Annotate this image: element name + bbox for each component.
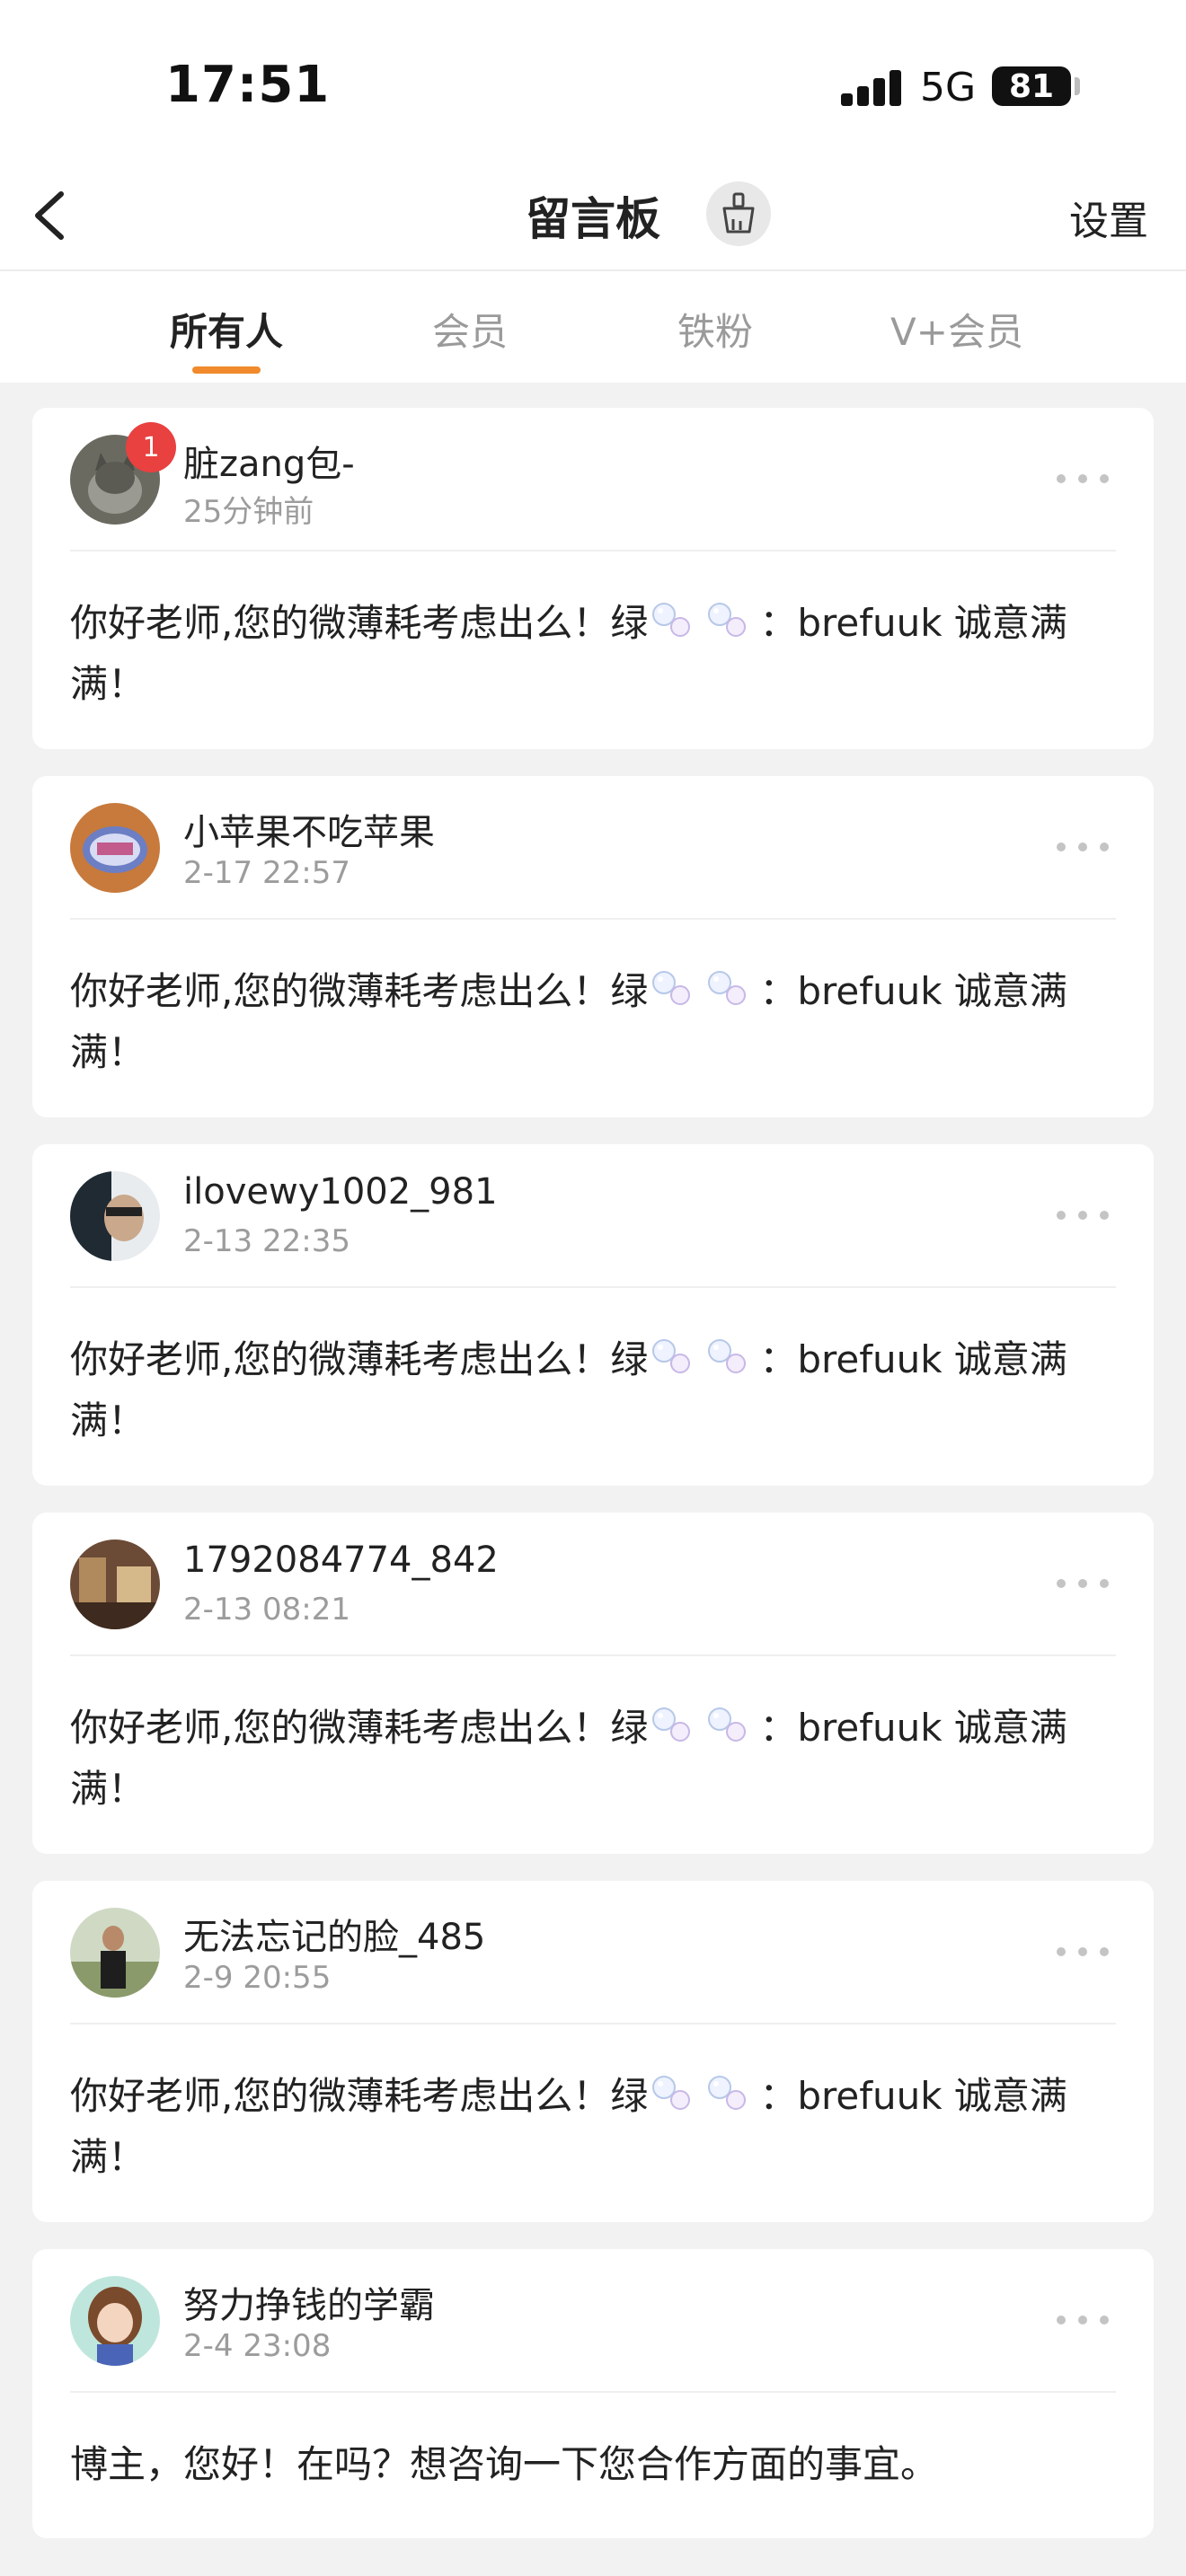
nav-bar: 留言板 设置: [0, 162, 1186, 271]
message-text-part: 你好老师,您的微薄耗考虑出么！绿: [70, 969, 649, 1013]
username[interactable]: 努力挣钱的学霸: [183, 2276, 435, 2328]
username[interactable]: 脏zang包-: [183, 435, 355, 487]
broom-icon: [722, 192, 755, 234]
more-options-button[interactable]: [1057, 1204, 1111, 1225]
timestamp: 2-9 20:55: [183, 1960, 332, 1996]
message-card: 无法忘记的脸_485 2-9 20:55 你好老师,您的微薄耗考虑出么！绿 ：br…: [32, 1881, 1154, 2222]
message-text-part: 博主，您好！在吗？想咨询一下您合作方面的事宜。: [70, 2442, 939, 2486]
username[interactable]: 1792084774_842: [183, 1539, 499, 1581]
tab-all[interactable]: 所有人: [128, 302, 325, 357]
message-text: 博主，您好！在吗？想咨询一下您合作方面的事宜。: [70, 2434, 1121, 2495]
bubble-emoji-icon: [652, 1707, 691, 1742]
clean-button[interactable]: [706, 181, 771, 246]
status-bar: 17:51 5G 81: [0, 0, 1186, 162]
avatar[interactable]: [70, 2276, 160, 2366]
timestamp: 25分钟前: [183, 494, 314, 530]
bubble-emoji-icon: [708, 1707, 747, 1742]
more-options-button[interactable]: [1057, 1572, 1111, 1593]
bubble-emoji-icon: [652, 2076, 691, 2110]
bubble-emoji-icon: [652, 1339, 691, 1373]
username[interactable]: 小苹果不吃苹果: [183, 803, 435, 855]
divider: [70, 918, 1116, 920]
back-button[interactable]: [18, 180, 90, 251]
message-text: 你好老师,您的微薄耗考虑出么！绿 ：brefuuk 诚意满满！: [70, 1698, 1121, 1820]
battery-cap: [1075, 77, 1080, 95]
message-list: 1 脏zang包- 25分钟前 你好老师,您的微薄耗考虑出么！绿 ：brefuuk…: [32, 408, 1154, 2565]
battery-icon: 81: [992, 66, 1071, 106]
unread-badge: 1: [126, 422, 176, 472]
message-card: ilovewy1002_981 2-13 22:35 你好老师,您的微薄耗考虑出…: [32, 1144, 1154, 1486]
message-text: 你好老师,您的微薄耗考虑出么！绿 ：brefuuk 诚意满满！: [70, 1329, 1121, 1451]
message-text: 你好老师,您的微薄耗考虑出么！绿 ：brefuuk 诚意满满！: [70, 961, 1121, 1083]
message-text: 你好老师,您的微薄耗考虑出么！绿 ：brefuuk 诚意满满！: [70, 593, 1121, 715]
active-tab-indicator: [192, 366, 261, 374]
tab-members[interactable]: 会员: [371, 302, 569, 357]
avatar[interactable]: [70, 1908, 160, 1998]
bubble-emoji-icon: [708, 2076, 747, 2110]
message-card: 小苹果不吃苹果 2-17 22:57 你好老师,您的微薄耗考虑出么！绿 ：bref…: [32, 776, 1154, 1117]
divider: [70, 1654, 1116, 1656]
tab-fans[interactable]: 铁粉: [616, 302, 814, 357]
bubble-emoji-icon: [708, 1339, 747, 1373]
divider: [70, 550, 1116, 551]
message-card: 1 脏zang包- 25分钟前 你好老师,您的微薄耗考虑出么！绿 ：brefuuk…: [32, 408, 1154, 749]
signal-strength-icon: [841, 68, 902, 106]
filter-tabs: 所有人 会员 铁粉 V+会员: [0, 271, 1186, 383]
message-text-part: 你好老师,您的微薄耗考虑出么！绿: [70, 2074, 649, 2118]
divider: [70, 1286, 1116, 1288]
divider: [70, 2023, 1116, 2025]
more-options-button[interactable]: [1057, 467, 1111, 489]
battery-level: 81: [1008, 67, 1055, 105]
tab-vplus-members[interactable]: V+会员: [858, 302, 1056, 357]
message-text-part: 你好老师,您的微薄耗考虑出么！绿: [70, 601, 649, 645]
bubble-emoji-icon: [708, 603, 747, 637]
divider: [70, 2391, 1116, 2393]
bubble-emoji-icon: [652, 971, 691, 1005]
more-options-button[interactable]: [1057, 835, 1111, 857]
username[interactable]: 无法忘记的脸_485: [183, 1908, 485, 1960]
chevron-left-icon: [35, 191, 64, 240]
timestamp: 2-4 23:08: [183, 2328, 332, 2364]
network-type: 5G: [920, 65, 977, 110]
settings-button[interactable]: 设置: [1069, 189, 1148, 246]
bubble-emoji-icon: [708, 971, 747, 1005]
message-board-screen: 17:51 5G 81 留言板 设置 所有人 会员 铁粉 V+会员 1 脏zan…: [0, 0, 1186, 2576]
username[interactable]: ilovewy1002_981: [183, 1171, 498, 1213]
timestamp: 2-13 08:21: [183, 1592, 350, 1628]
bubble-emoji-icon: [652, 603, 691, 637]
avatar[interactable]: [70, 1539, 160, 1629]
timestamp: 2-13 22:35: [183, 1223, 350, 1259]
message-text-part: 你好老师,您的微薄耗考虑出么！绿: [70, 1706, 649, 1750]
message-text-part: 你好老师,您的微薄耗考虑出么！绿: [70, 1337, 649, 1381]
timestamp: 2-17 22:57: [183, 855, 350, 891]
avatar[interactable]: [70, 1171, 160, 1261]
message-text: 你好老师,您的微薄耗考虑出么！绿 ：brefuuk 诚意满满！: [70, 2066, 1121, 2188]
more-options-button[interactable]: [1057, 1940, 1111, 1962]
message-card: 1792084774_842 2-13 08:21 你好老师,您的微薄耗考虑出么…: [32, 1513, 1154, 1854]
status-time: 17:51: [165, 56, 331, 114]
avatar[interactable]: [70, 803, 160, 893]
page-title: 留言板: [526, 193, 660, 245]
more-options-button[interactable]: [1057, 2308, 1111, 2330]
message-card: 努力挣钱的学霸 2-4 23:08 博主，您好！在吗？想咨询一下您合作方面的事宜…: [32, 2249, 1154, 2538]
